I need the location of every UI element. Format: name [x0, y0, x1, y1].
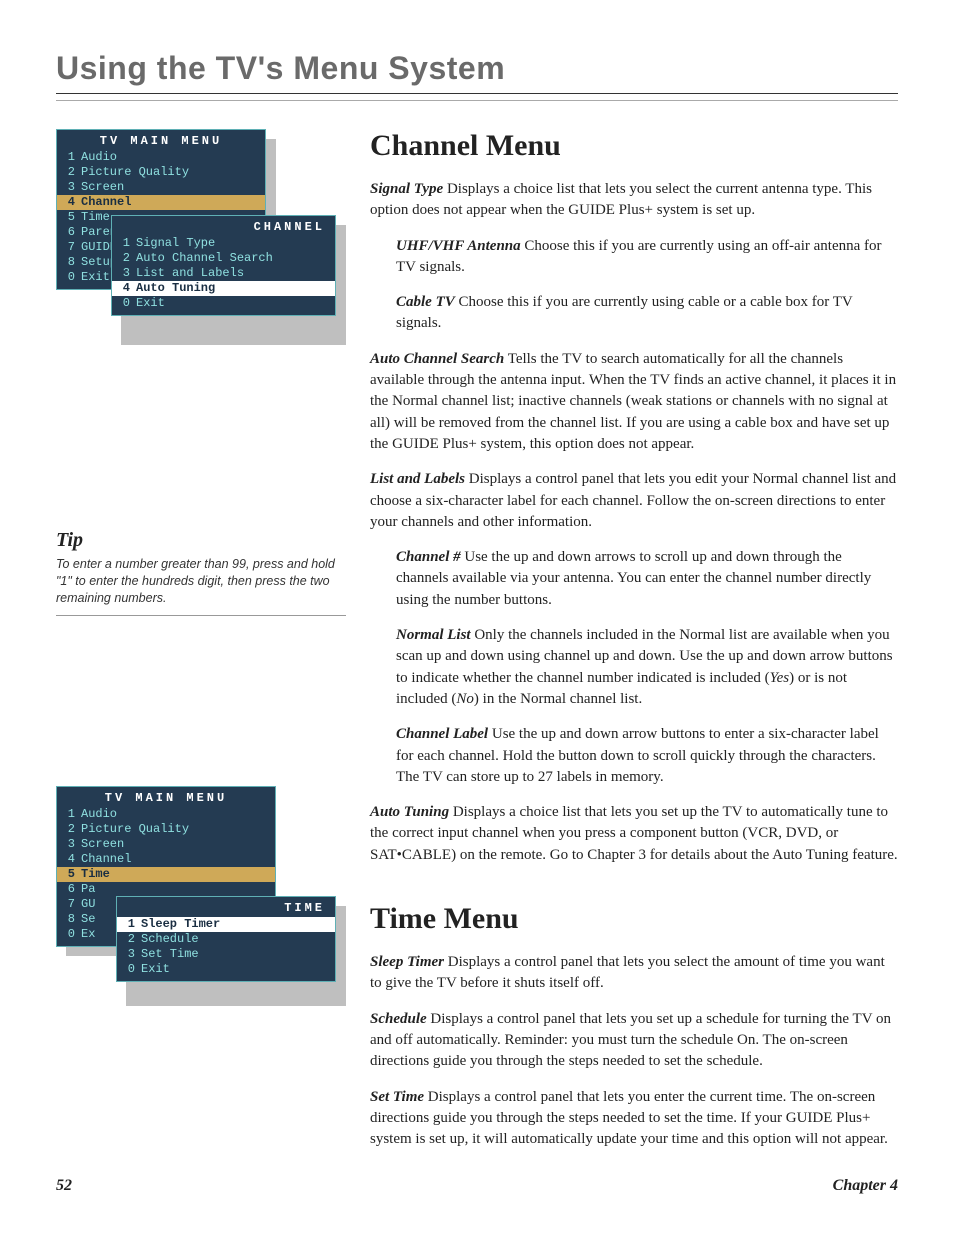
- term-cable-tv: Cable TV: [396, 294, 455, 310]
- menu-row: 0Exit: [117, 962, 335, 977]
- term-list-and-labels: List and Labels: [370, 471, 465, 487]
- menu-row: 2Picture Quality: [57, 165, 265, 180]
- menu-row: 2Picture Quality: [57, 822, 275, 837]
- menu-row: 1Audio: [57, 150, 265, 165]
- para-sleep-timer: Sleep Timer Displays a control panel tha…: [370, 952, 898, 995]
- text: Displays a control panel that lets you e…: [370, 1089, 888, 1148]
- divider: [56, 100, 898, 101]
- menu-row: 2Auto Channel Search: [112, 251, 335, 266]
- term-normal-list: Normal List: [396, 627, 471, 643]
- term-set-time: Set Time: [370, 1089, 424, 1105]
- para-list-and-labels: List and Labels Displays a control panel…: [370, 469, 898, 533]
- para-set-time: Set Time Displays a control panel that l…: [370, 1087, 898, 1151]
- para-auto-tuning: Auto Tuning Displays a choice list that …: [370, 802, 898, 866]
- menu-row: 4Channel: [57, 852, 275, 867]
- menu-sub-panel-time: TIME 1Sleep Timer2Schedule3Set Time0Exit: [116, 896, 336, 982]
- menu-row: 5Time: [57, 867, 275, 882]
- menu-row: 6Pa: [57, 882, 275, 897]
- para-schedule: Schedule Displays a control panel that l…: [370, 1009, 898, 1073]
- right-column: Channel Menu Signal Type Displays a choi…: [370, 129, 898, 1167]
- text: Choose this if you are currently using c…: [396, 294, 852, 331]
- text: Displays a choice list that lets you sel…: [370, 181, 872, 218]
- left-column: TV MAIN MENU 1Audio2Picture Quality3Scre…: [56, 129, 346, 1167]
- tv-main-menu-channel: TV MAIN MENU 1Audio2Picture Quality3Scre…: [56, 129, 346, 409]
- menu-sub-panel-channel: CHANNEL 1Signal Type2Auto Channel Search…: [111, 215, 336, 316]
- term-schedule: Schedule: [370, 1011, 427, 1027]
- tv-main-menu-time: TV MAIN MENU 1Audio2Picture Quality3Scre…: [56, 786, 346, 1076]
- para-signal-type: Signal Type Displays a choice list that …: [370, 179, 898, 222]
- para-channel-number: Channel # Use the up and down arrows to …: [396, 547, 898, 611]
- menu-row: 4Channel: [57, 195, 265, 210]
- menu-sub-title: CHANNEL: [112, 216, 335, 236]
- tip-body: To enter a number greater than 99, press…: [56, 556, 346, 616]
- menu-row: 3List and Labels: [112, 266, 335, 281]
- text: Use the up and down arrows to scroll up …: [396, 549, 871, 608]
- menu-row: 3Set Time: [117, 947, 335, 962]
- section-heading-channel: Channel Menu: [370, 129, 898, 163]
- menu-row: 4Auto Tuning: [112, 281, 335, 296]
- page-number: 52: [56, 1177, 72, 1195]
- term-auto-tuning: Auto Tuning: [370, 804, 449, 820]
- tip-heading: Tip: [56, 529, 346, 552]
- menu-row: 1Sleep Timer: [117, 917, 335, 932]
- menu-main-title: TV MAIN MENU: [57, 787, 275, 807]
- para-cable-tv: Cable TV Choose this if you are currentl…: [396, 292, 898, 335]
- chapter-title: Using the TV's Menu System: [56, 50, 898, 94]
- term-sleep-timer: Sleep Timer: [370, 954, 444, 970]
- text: Displays a choice list that lets you set…: [370, 804, 898, 863]
- menu-sub-title: TIME: [117, 897, 335, 917]
- term-channel-label: Channel Label: [396, 726, 488, 742]
- para-auto-channel-search: Auto Channel Search Tells the TV to sear…: [370, 349, 898, 455]
- text: Displays a control panel that lets you s…: [370, 1011, 891, 1070]
- text-no: No: [456, 691, 474, 707]
- term-uhf-vhf: UHF/VHF Antenna: [396, 238, 521, 254]
- chapter-label: Chapter 4: [833, 1177, 898, 1195]
- text: ) in the Normal channel list.: [474, 691, 642, 707]
- menu-row: 1Audio: [57, 807, 275, 822]
- menu-row: 0Exit: [112, 296, 335, 311]
- section-heading-time: Time Menu: [370, 902, 898, 936]
- menu-row: 1Signal Type: [112, 236, 335, 251]
- para-uhf-vhf: UHF/VHF Antenna Choose this if you are c…: [396, 236, 898, 279]
- term-auto-channel-search: Auto Channel Search: [370, 351, 504, 367]
- term-channel-number: Channel #: [396, 549, 461, 565]
- text-yes: Yes: [770, 670, 789, 686]
- menu-row: 3Screen: [57, 180, 265, 195]
- menu-row: 2Schedule: [117, 932, 335, 947]
- menu-row: 3Screen: [57, 837, 275, 852]
- menu-main-title: TV MAIN MENU: [57, 130, 265, 150]
- page-footer: 52 Chapter 4: [56, 1167, 898, 1195]
- para-normal-list: Normal List Only the channels included i…: [396, 625, 898, 710]
- text: Displays a control panel that lets you s…: [370, 954, 885, 991]
- para-channel-label: Channel Label Use the up and down arrow …: [396, 724, 898, 788]
- term-signal-type: Signal Type: [370, 181, 443, 197]
